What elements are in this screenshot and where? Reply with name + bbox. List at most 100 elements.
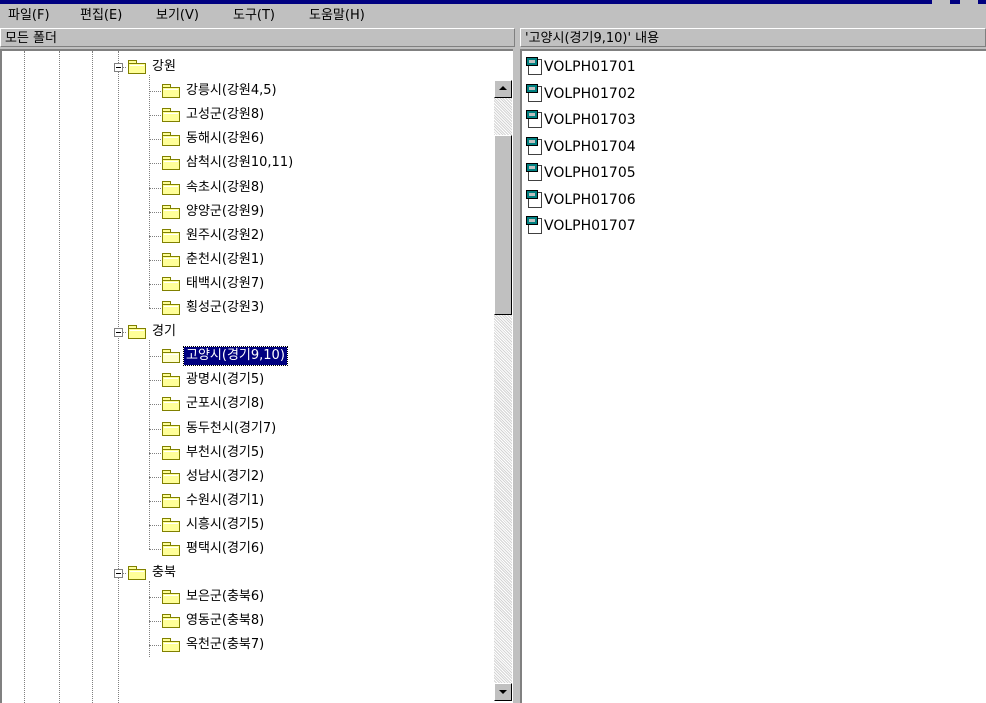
folder-icon [128,325,148,339]
tree-item-label: 수원시(경기1) [186,493,265,508]
tree-item-label: 보은군(충북6) [186,589,265,604]
file-list-item[interactable]: VOLPH01701 [526,55,726,81]
folder-icon [162,590,182,604]
tree-item-label: 속초시(강원8) [186,180,265,195]
tree-item[interactable]: 강원 [2,55,492,79]
file-name: VOLPH01702 [544,86,636,102]
tree-item-label: 춘천시(강원1) [186,252,265,267]
tree-item-label: 시흥시(경기5) [186,517,265,532]
scroll-thumb[interactable] [494,135,512,315]
tree-guide-line [149,75,150,308]
tree-item[interactable]: 원주시(강원2) [2,224,492,248]
tree-item[interactable]: 수원시(경기1) [2,489,492,513]
file-list[interactable]: VOLPH01701 VOLPH01702 VOLPH01703 VOLPH01704… [520,49,986,703]
folder-icon [162,229,182,243]
tree-item[interactable]: 고성군(강원8) [2,103,492,127]
file-list-item[interactable]: VOLPH01704 [526,135,726,161]
pane-splitter[interactable] [513,49,520,703]
shortcut-file-icon [526,137,546,157]
tree-item[interactable]: 군포시(경기8) [2,392,492,416]
menu-help[interactable]: 도움말(H) [305,7,369,25]
file-list-item[interactable]: VOLPH01705 [526,161,726,187]
tree-item[interactable]: 양양군(강원9) [2,200,492,224]
tree-item-label: 삼척시(강원10,11) [186,155,294,170]
tree-connector [149,549,161,550]
collapse-toggle-icon[interactable] [114,328,123,337]
scroll-down-button[interactable] [494,683,512,701]
shortcut-file-icon [526,110,546,130]
tree-item-label: 영동군(충북8) [186,613,265,628]
menu-file[interactable]: 파일(F) [4,7,54,25]
tree-item[interactable]: 영동군(충북8) [2,609,492,633]
tree-connector [149,284,161,285]
tree-item-label: 동해시(강원6) [186,131,265,146]
menu-edit[interactable]: 편집(E) [76,7,126,25]
tree-item[interactable]: 광명시(경기5) [2,368,492,392]
tree-item[interactable]: 동두천시(경기7) [2,417,492,441]
tree-item[interactable]: 경기 [2,320,492,344]
collapse-toggle-icon[interactable] [114,569,123,578]
tree-item-label: 강원 [152,59,176,74]
tree-item[interactable]: 평택시(경기6) [2,537,492,561]
folder-icon [162,446,182,460]
tree-item[interactable]: 속초시(강원8) [2,176,492,200]
tree-connector [149,525,161,526]
tree-item[interactable]: 충북 [2,561,492,585]
folder-icon [162,132,182,146]
menu-view[interactable]: 보기(V) [152,7,203,25]
tree-item-label: 부천시(경기5) [186,445,265,460]
file-list-item[interactable]: VOLPH01706 [526,188,726,214]
arrow-up-icon [499,86,507,90]
folder-icon [162,494,182,508]
tree-item[interactable]: 강릉시(강원4,5) [2,79,492,103]
tree-item-label: 고성군(강원8) [186,107,265,122]
folder-icon [162,518,182,532]
file-list-item[interactable]: VOLPH01703 [526,108,726,134]
tree-item-label: 원주시(강원2) [186,228,265,243]
arrow-down-icon [499,690,507,694]
tree-item[interactable]: 횡성군(강원3) [2,296,492,320]
scroll-up-button[interactable] [494,80,512,98]
tree-item[interactable]: 부천시(경기5) [2,441,492,465]
tree-item[interactable]: 동해시(강원6) [2,127,492,151]
tree-item[interactable]: 고양시(경기9,10) [2,344,492,368]
folder-icon [162,108,182,122]
tree-item[interactable]: 옥천군(충북7) [2,633,492,657]
tree-connector [149,380,161,381]
folder-tree[interactable]: 강원강릉시(강원4,5) 고성군(강원8) 동해시(강원6) 삼척시(강원10,11)… [0,49,513,703]
tree-item[interactable]: 태백시(강원7) [2,272,492,296]
tree-item[interactable]: 보은군(충북6) [2,585,492,609]
file-list-item[interactable]: VOLPH01702 [526,82,726,108]
folder-icon [162,84,182,98]
tree-guide-line [149,340,150,549]
file-name: VOLPH01705 [544,165,636,181]
tree-connector [149,501,161,502]
tree-connector [149,163,161,164]
file-list-item[interactable]: VOLPH01707 [526,214,726,240]
list-pane-header: '고양시(경기9,10)' 내용 [520,28,986,47]
folder-icon [162,470,182,484]
menu-tools[interactable]: 도구(T) [229,7,279,25]
menu-bar: 파일(F) 편집(E) 보기(V) 도구(T) 도움말(H) [0,4,986,28]
tree-item[interactable]: 성남시(경기2) [2,465,492,489]
tree-guide-line [149,581,150,657]
folder-icon [162,397,182,411]
pane-headers: 모든 폴더 '고양시(경기9,10)' 내용 [0,28,986,49]
tree-item[interactable]: 시흥시(경기5) [2,513,492,537]
tree-item[interactable]: 삼척시(강원10,11) [2,151,492,175]
tree-vertical-scrollbar[interactable] [494,80,512,701]
tree-connector [149,115,161,116]
tree-item-label: 경기 [152,324,176,339]
collapse-toggle-icon[interactable] [114,63,123,72]
folder-open-icon [162,349,182,363]
tree-item-label: 옥천군(충북7) [186,637,265,652]
tree-item-label: 동두천시(경기7) [186,421,277,436]
tree-connector [149,188,161,189]
tree-item-label: 평택시(경기6) [186,541,265,556]
tree-connector [149,429,161,430]
tree-item[interactable]: 춘천시(강원1) [2,248,492,272]
tree-item-label: 광명시(경기5) [186,372,265,387]
tree-connector [149,453,161,454]
tree-connector [149,212,161,213]
tree-item-label: 성남시(경기2) [186,469,265,484]
